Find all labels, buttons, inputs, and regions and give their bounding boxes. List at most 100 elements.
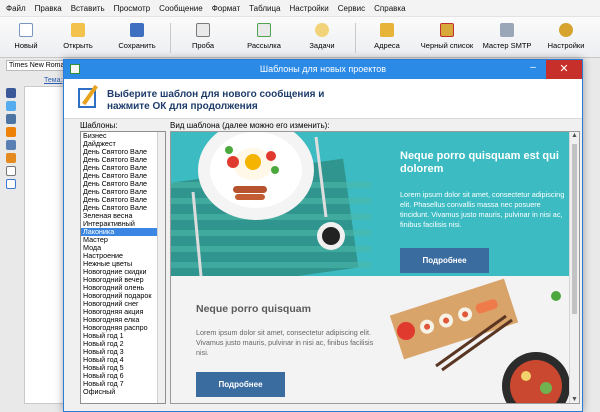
menu-format[interactable]: Формат (212, 4, 240, 13)
template-list-item[interactable]: Новогодний вечер (81, 276, 165, 284)
main-toolbar: Новый Открыть Сохранить Проба Рассылка З… (0, 17, 600, 58)
template-list-item[interactable]: Новый год 4 (81, 356, 165, 364)
trial-button[interactable]: Проба (188, 20, 218, 56)
preview-title-1: Neque porro quisquam est qui dolorem (400, 150, 559, 175)
close-button[interactable]: ✕ (546, 60, 582, 79)
code-icon[interactable] (6, 179, 16, 189)
template-list-item[interactable]: Новогодняя елка (81, 316, 165, 324)
preview-text-1: Lorem ipsum dolor sit amet, consectetur … (400, 190, 565, 229)
menu-table[interactable]: Таблица (249, 4, 280, 13)
menu-service[interactable]: Сервис (338, 4, 365, 13)
preview-title-2: Neque porro quisquam (196, 303, 311, 315)
send-mail-icon (257, 23, 271, 37)
template-list-item[interactable]: День Святого Вале (81, 148, 165, 156)
twitter-icon[interactable] (6, 101, 16, 111)
preview-banner-1: Neque porro quisquam est qui dolorem Lor… (171, 132, 570, 276)
preview-button-1[interactable]: Подробнее (400, 248, 489, 273)
dialog-title: Шаблоны для новых проектов (259, 64, 387, 74)
menu-insert[interactable]: Вставить (71, 4, 105, 13)
template-list-item[interactable]: Новый год 5 (81, 364, 165, 372)
new-document-icon (19, 23, 33, 37)
template-list-item[interactable]: Мода (81, 244, 165, 252)
template-list-item[interactable]: Новогодний снег (81, 300, 165, 308)
vk-icon[interactable] (6, 114, 16, 124)
template-list-item[interactable]: Новый год 3 (81, 348, 165, 356)
template-list-item[interactable]: Новый год 1 (81, 332, 165, 340)
template-list-item[interactable]: Новый год 2 (81, 340, 165, 348)
braces-icon[interactable] (6, 166, 16, 176)
facebook-icon[interactable] (6, 88, 16, 98)
template-list-item[interactable]: Новогодний олень (81, 284, 165, 292)
tasks-button[interactable]: Задачи (306, 20, 338, 56)
envelope-icon (196, 23, 210, 37)
settings-button[interactable]: Настройки (546, 20, 586, 56)
template-list-item[interactable]: Офисный (81, 388, 165, 396)
template-list-item[interactable]: День Святого Вале (81, 188, 165, 196)
address-book-icon (380, 23, 394, 37)
template-list-item[interactable]: День Святого Вале (81, 164, 165, 172)
minimize-button[interactable]: – (526, 63, 540, 75)
preview-banner-2: Neque porro quisquam Lorem ipsum dolor s… (171, 276, 570, 403)
list-scrollbar[interactable] (157, 132, 165, 403)
mail-icon[interactable] (6, 140, 16, 150)
preview-text-2: Lorem ipsum dolor sit amet, consectetur … (196, 328, 374, 357)
template-list-item[interactable]: Лаконика (81, 228, 165, 236)
template-list-item[interactable]: День Святого Вале (81, 204, 165, 212)
save-button[interactable]: Сохранить (114, 20, 160, 56)
gear-icon (559, 23, 573, 37)
new-button[interactable]: Новый (8, 20, 44, 56)
template-preview: Neque porro quisquam est qui dolorem Lor… (170, 131, 580, 404)
template-list-item[interactable]: День Святого Вале (81, 156, 165, 164)
blacklist-icon (440, 23, 454, 37)
blacklist-button[interactable]: Черный список (420, 20, 474, 56)
menu-message[interactable]: Сообщение (159, 4, 203, 13)
template-list-item[interactable]: Нежные цветы (81, 260, 165, 268)
dialog-titlebar: Шаблоны для новых проектов – ✕ (64, 60, 582, 79)
dialog-instructions: Выберите шаблон для нового сообщения и н… (107, 89, 325, 112)
menu-help[interactable]: Справка (374, 4, 405, 13)
side-icon-strip (6, 88, 19, 203)
menu-settings[interactable]: Настройки (290, 4, 329, 13)
server-icon (500, 23, 514, 37)
template-list-item[interactable]: Новый год 7 (81, 380, 165, 388)
menu-edit[interactable]: Правка (35, 4, 62, 13)
template-list-item[interactable]: День Святого Вале (81, 180, 165, 188)
template-list-item[interactable]: Интерактивный (81, 220, 165, 228)
addresses-button[interactable]: Адреса (370, 20, 404, 56)
template-list-item[interactable]: Мастер (81, 236, 165, 244)
document-pencil-icon (78, 88, 96, 108)
template-list-item[interactable]: Зеленая весна (81, 212, 165, 220)
rss-icon[interactable] (6, 153, 16, 163)
clock-icon (315, 23, 329, 37)
odnoklassniki-icon[interactable] (6, 127, 16, 137)
template-list-item[interactable]: Бизнес (81, 132, 165, 140)
dialog-header: Выберите шаблон для нового сообщения и н… (64, 79, 582, 119)
smtp-wizard-button[interactable]: Мастер SMTP (482, 20, 532, 56)
mailing-button[interactable]: Рассылка (244, 20, 284, 56)
scroll-thumb[interactable] (572, 144, 577, 314)
templates-list[interactable]: Бизнес Дайджест День Святого Вале День Свят… (80, 131, 166, 404)
preview-button-2[interactable]: Подробнее (196, 372, 285, 397)
template-list-item[interactable]: Новогодний подарок (81, 292, 165, 300)
preview-label: Вид шаблона (далее можно его изменить): (170, 121, 330, 130)
scroll-down-icon[interactable]: ▼ (571, 396, 578, 403)
menu-bar: Файл Правка Вставить Просмотр Сообщение … (0, 0, 600, 17)
menu-file[interactable]: Файл (6, 4, 26, 13)
toolbar-separator (355, 23, 356, 53)
preview-scrollbar[interactable]: ▲ ▼ (569, 132, 579, 403)
menu-view[interactable]: Просмотр (114, 4, 151, 13)
folder-icon (71, 23, 85, 37)
template-list-item[interactable]: Новогодние скидки (81, 268, 165, 276)
template-list-item[interactable]: Новый год 6 (81, 372, 165, 380)
open-button[interactable]: Открыть (60, 20, 96, 56)
subject-link[interactable]: Тема: (44, 77, 62, 84)
breakfast-illustration (171, 132, 386, 276)
floppy-icon (130, 23, 144, 37)
template-list-item[interactable]: Настроение (81, 252, 165, 260)
template-list-item[interactable]: Новогодняя акция (81, 308, 165, 316)
scroll-up-icon[interactable]: ▲ (571, 132, 578, 139)
template-list-item[interactable]: Новогодняя распро (81, 324, 165, 332)
template-list-item[interactable]: Дайджест (81, 140, 165, 148)
template-list-item[interactable]: День Святого Вале (81, 196, 165, 204)
template-list-item[interactable]: День Святого Вале (81, 172, 165, 180)
